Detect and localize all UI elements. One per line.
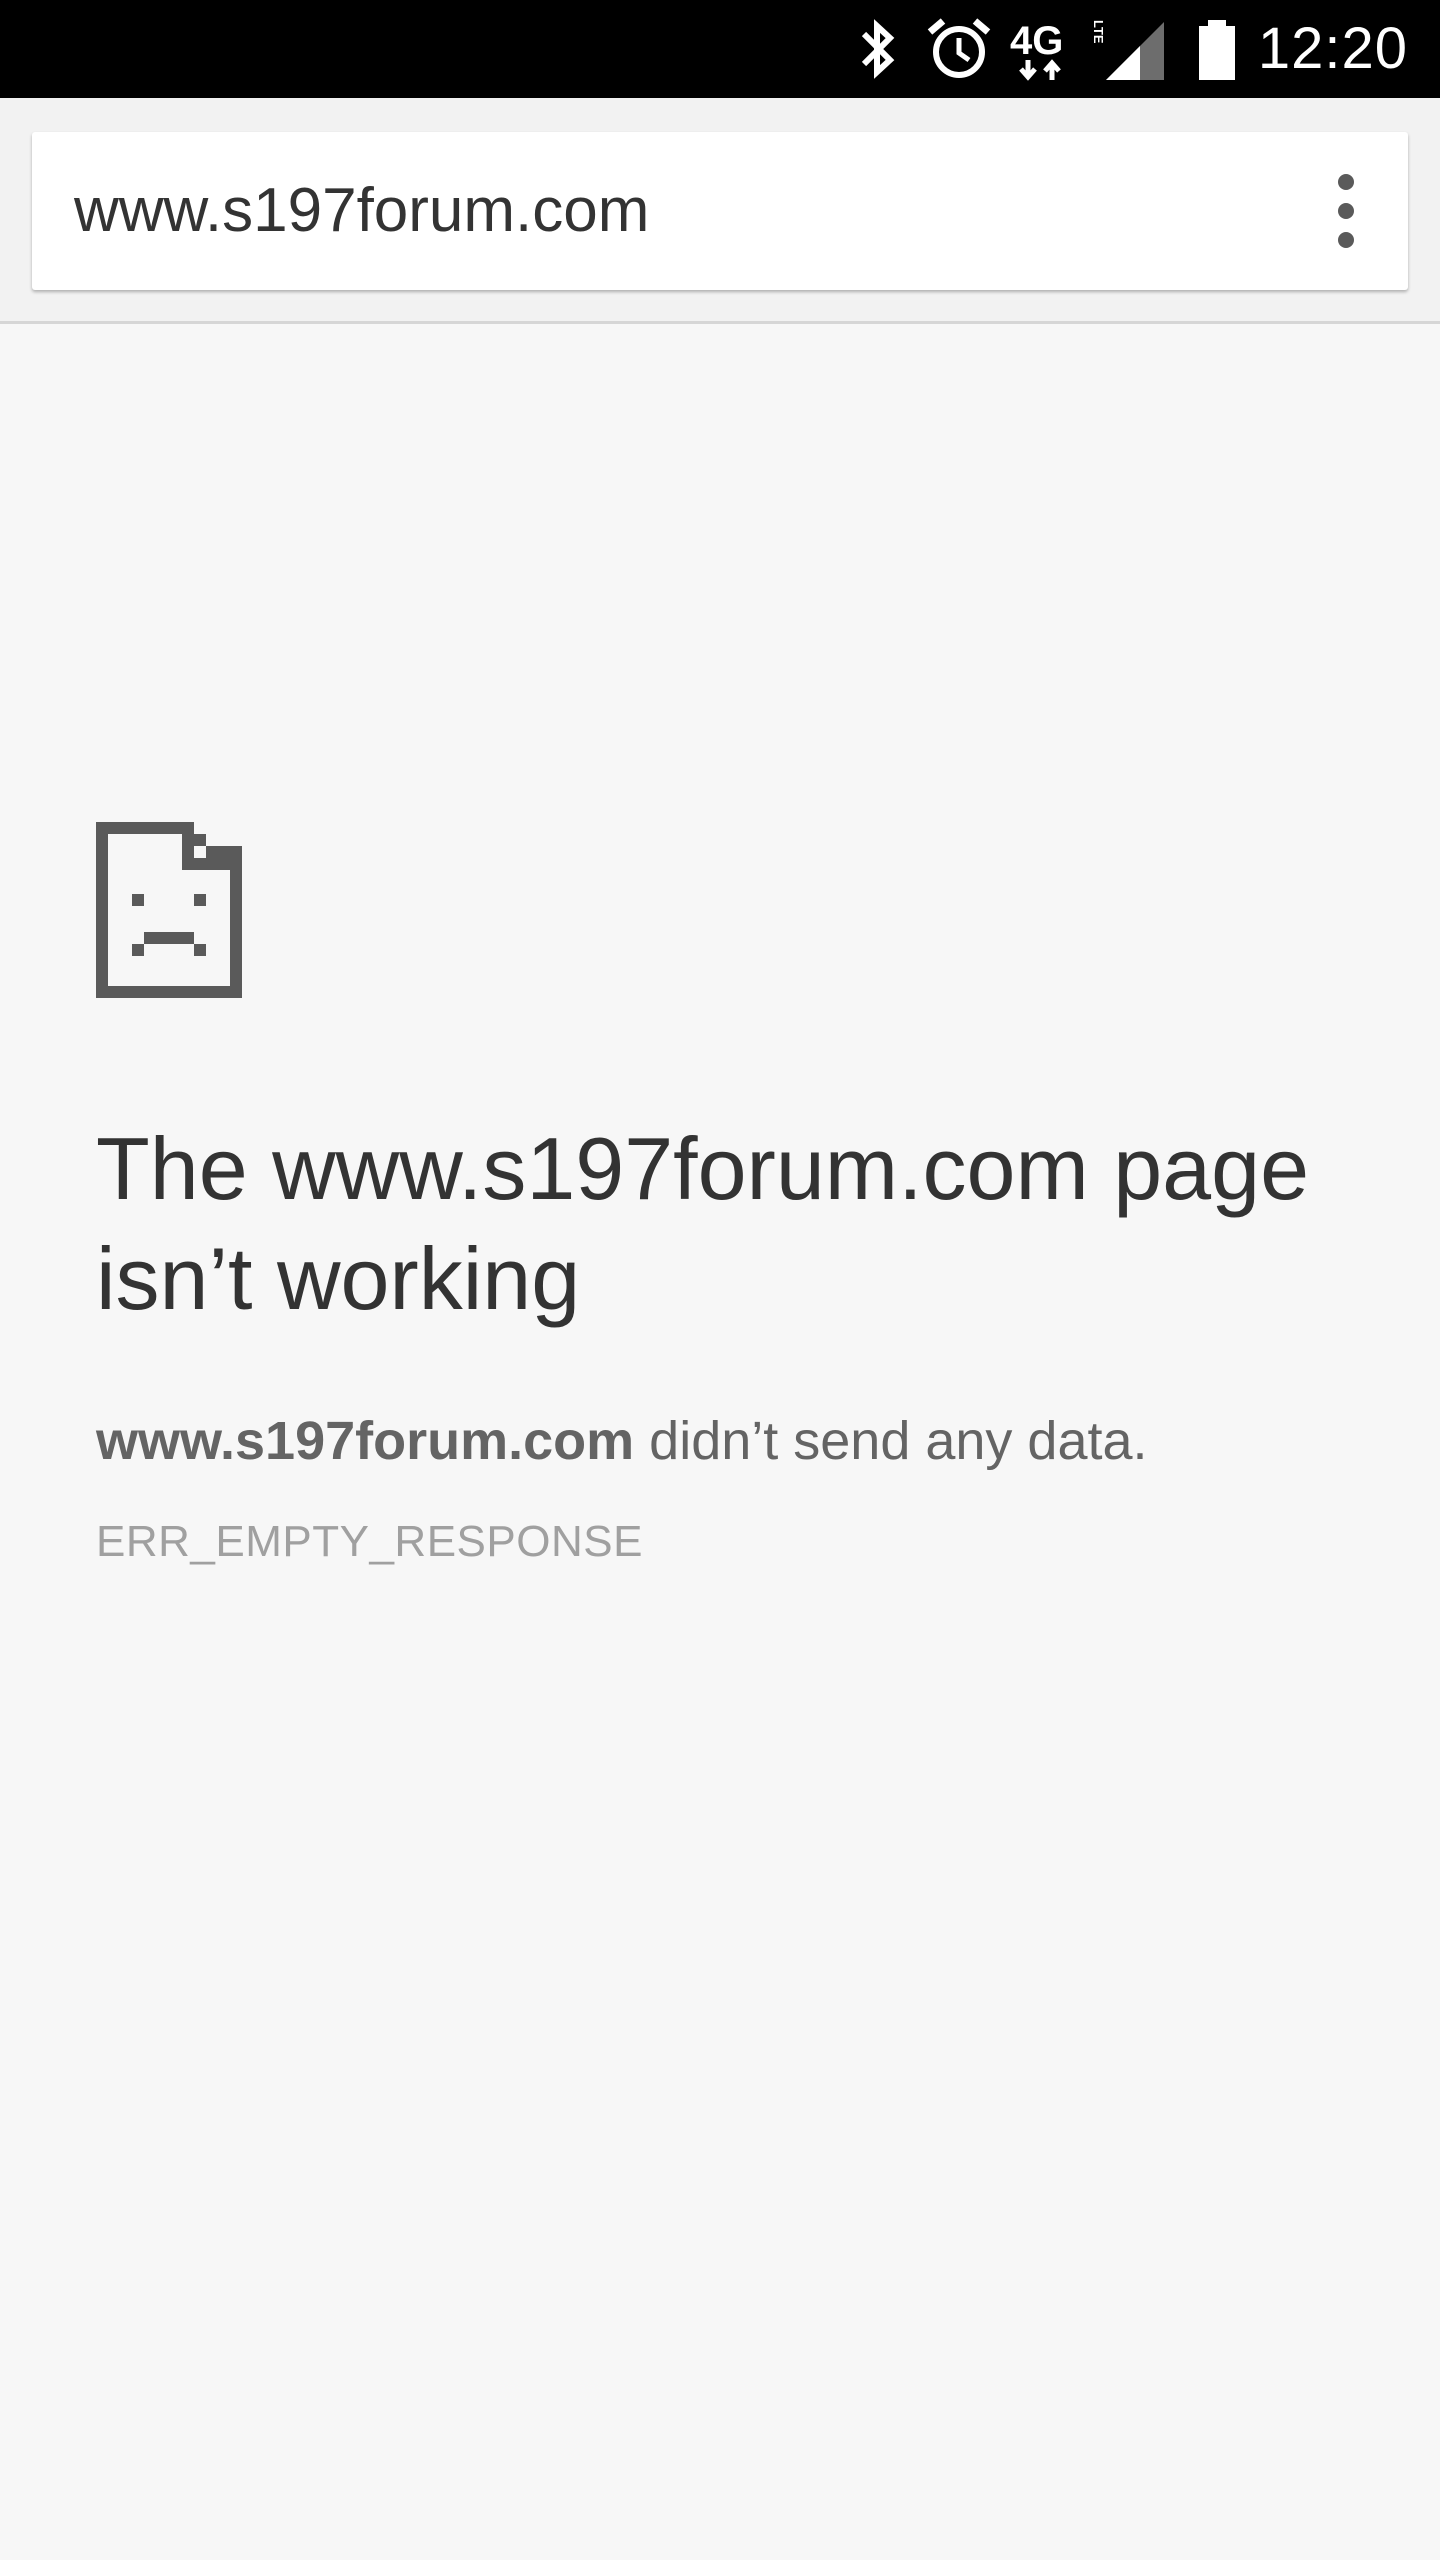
signal-icon bbox=[1106, 22, 1164, 80]
more-vert-icon[interactable] bbox=[1316, 168, 1376, 254]
url-text[interactable]: www.s197forum.com bbox=[74, 132, 649, 290]
network-4g-lte-icon: 4G LTE bbox=[1010, 19, 1104, 81]
status-time: 12:20 bbox=[1257, 16, 1408, 81]
status-bar: 4G LTE 12:20 bbox=[0, 0, 1440, 98]
network-sublabel: LTE bbox=[1091, 20, 1104, 44]
error-code: ERR_EMPTY_RESPONSE bbox=[96, 1517, 643, 1566]
error-title: The www.s197forum.com page isn’t working bbox=[96, 1119, 1310, 1328]
battery-icon bbox=[1199, 20, 1235, 80]
bluetooth-icon bbox=[861, 19, 895, 79]
sad-document-icon bbox=[96, 822, 242, 998]
network-label: 4G bbox=[1010, 19, 1063, 63]
error-page: The www.s197forum.com page isn’t working… bbox=[0, 324, 1440, 2560]
alarm-icon bbox=[927, 18, 991, 78]
error-message: didn’t send any data. bbox=[634, 1411, 1148, 1471]
error-detail: www.s197forum.com didn’t send any data. bbox=[96, 1406, 1376, 1476]
browser-toolbar: www.s197forum.com bbox=[0, 98, 1440, 324]
omnibox[interactable]: www.s197forum.com bbox=[32, 132, 1408, 290]
error-host: www.s197forum.com bbox=[96, 1411, 635, 1471]
